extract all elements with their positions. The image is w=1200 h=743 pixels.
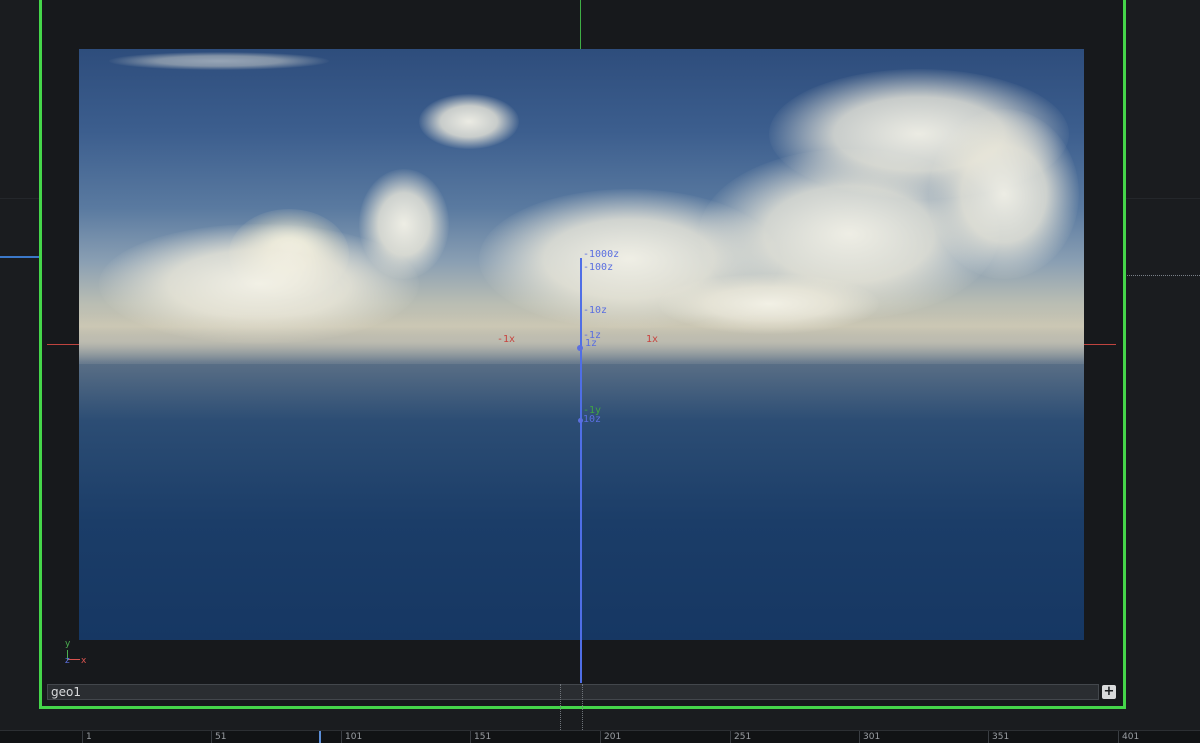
axis-label-neg-10z: -10z <box>583 305 608 316</box>
cloud <box>419 94 519 149</box>
cloud <box>359 169 449 279</box>
timeline-tick: 401 <box>1118 731 1139 743</box>
cloud <box>929 109 1079 279</box>
timeline-playhead[interactable] <box>319 731 321 743</box>
x-axis-line-right <box>1084 344 1116 345</box>
axis-label-10z: 10z <box>583 414 602 425</box>
axis-label-neg-1x: -1x <box>497 334 516 345</box>
node-name-field[interactable]: geo1 <box>47 684 1099 700</box>
origin-marker <box>577 345 583 351</box>
dotted-wire <box>582 684 584 730</box>
orientation-gizmo: y z x <box>64 639 87 666</box>
dotted-wire <box>560 684 562 730</box>
timeline-tick: 151 <box>470 731 491 743</box>
gizmo-z-label: z <box>65 656 70 666</box>
timeline-tick: 301 <box>859 731 880 743</box>
add-viewer-button[interactable]: + <box>1102 685 1116 699</box>
output-wire <box>1118 275 1200 276</box>
axis-label-neg-1000z: -1000z <box>583 249 620 260</box>
axis-label-1x: 1x <box>646 334 659 345</box>
timeline-tick: 251 <box>730 731 751 743</box>
node-name-text: geo1 <box>51 685 81 699</box>
z-axis-line <box>580 258 582 683</box>
timeline-tick: 201 <box>600 731 621 743</box>
axis-label-1z: 1z <box>585 338 598 349</box>
gizmo-x-label: x <box>81 656 87 666</box>
cloud <box>109 52 329 70</box>
timeline-tick: 1 <box>82 731 92 743</box>
y-axis-line-top <box>580 0 581 49</box>
timeline-tick: 51 <box>211 731 226 743</box>
timeline-tick: 101 <box>341 731 362 743</box>
timeline-tick: 351 <box>988 731 1009 743</box>
gizmo-y-label: y <box>65 639 71 649</box>
axis-label-neg-100z: -100z <box>583 262 614 273</box>
x-axis-line-left <box>47 344 79 345</box>
timeline-ruler[interactable]: 1 51 101 151 201 251 301 351 401 <box>0 730 1200 743</box>
